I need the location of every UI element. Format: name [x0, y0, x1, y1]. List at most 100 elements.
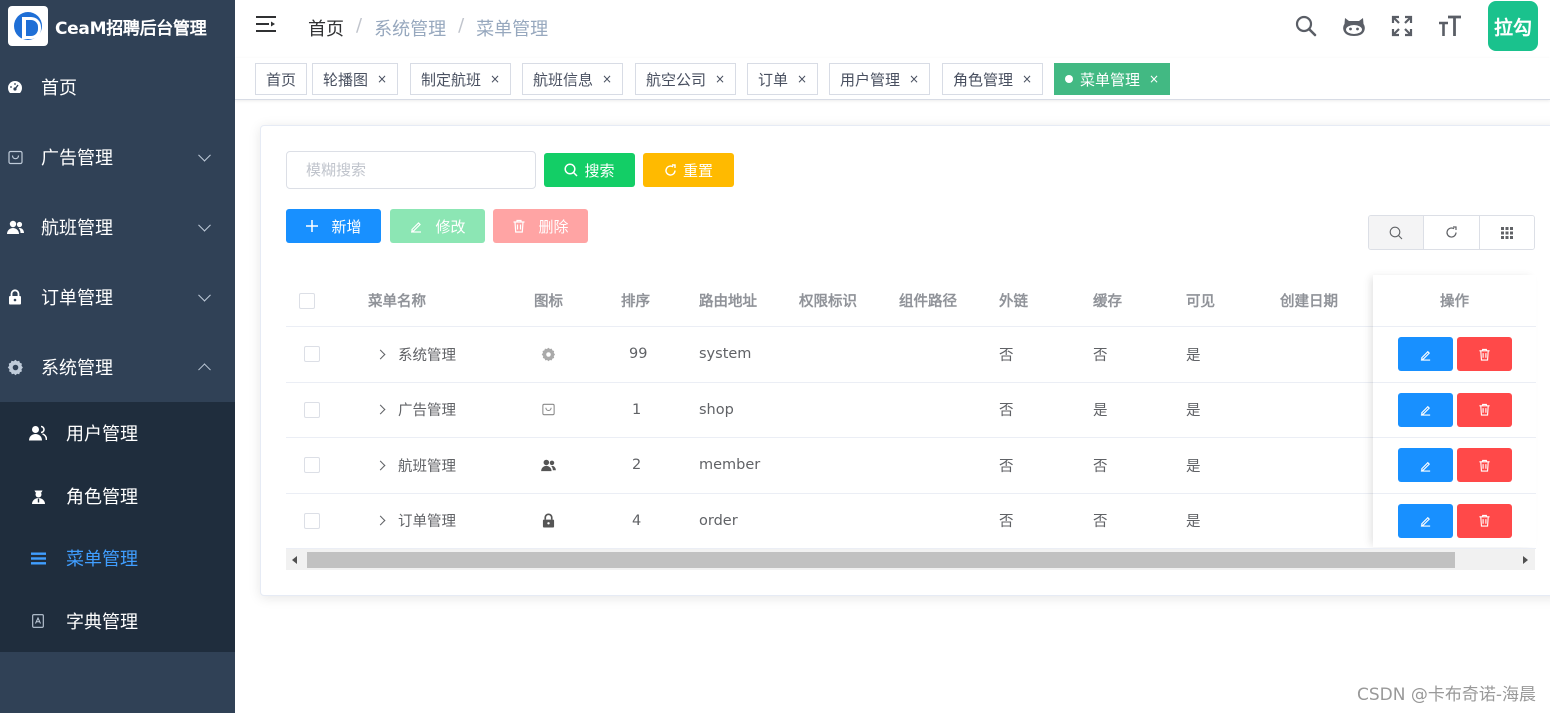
breadcrumb-home[interactable]: 首页	[308, 15, 344, 41]
grid-icon	[1500, 226, 1513, 239]
operation-row	[1373, 327, 1536, 383]
tag-airline[interactable]: 航空公司 ×	[635, 63, 737, 95]
edit-button-label: 修改	[435, 218, 466, 236]
close-icon[interactable]: ×	[490, 72, 500, 86]
font-size-icon[interactable]	[1426, 0, 1474, 52]
sidebar-item-label: 系统管理	[41, 358, 113, 379]
expand-icon[interactable]	[375, 349, 386, 360]
sidebar-item-label: 订单管理	[41, 288, 113, 309]
sidebar-item-roles[interactable]: 角色管理	[0, 465, 235, 528]
toggle-search-button[interactable]	[1369, 216, 1425, 249]
sidebar-item-users[interactable]: 用户管理	[0, 402, 235, 465]
search-icon[interactable]	[1282, 0, 1330, 52]
operation-row	[1373, 383, 1536, 438]
table-row[interactable]: 系统管理 99 system 否 否 是	[286, 327, 1535, 383]
col-permission: 权限标识	[799, 294, 857, 310]
visible-cell: 是	[1186, 514, 1201, 531]
search-button[interactable]: 搜索	[544, 153, 635, 187]
horizontal-scrollbar[interactable]	[286, 548, 1535, 570]
tag-roles[interactable]: 角色管理 ×	[942, 63, 1044, 95]
sidebar-item-label: 用户管理	[66, 424, 138, 446]
refresh-button[interactable]	[1424, 216, 1480, 249]
close-icon[interactable]: ×	[715, 72, 725, 86]
sidebar-item-orders[interactable]: 订单管理	[0, 262, 235, 332]
search-input[interactable]	[286, 151, 536, 189]
sidebar-item-label: 首页	[41, 78, 77, 99]
navbar-actions: 拉勾	[1282, 0, 1550, 52]
chevron-up-icon	[198, 363, 211, 377]
operation-column: 操作	[1373, 275, 1536, 549]
row-edit-button[interactable]	[1397, 337, 1453, 372]
sidebar-item-home[interactable]: 首页	[0, 52, 235, 122]
search-button-label: 搜索	[584, 162, 615, 180]
close-icon[interactable]: ×	[1149, 72, 1159, 86]
row-checkbox[interactable]	[304, 327, 320, 382]
row-delete-button[interactable]	[1456, 503, 1512, 538]
scroll-right-icon[interactable]	[1523, 556, 1528, 564]
table-row[interactable]: 航班管理 2 member 否 否 是	[286, 438, 1535, 494]
tag-home[interactable]: 首页	[255, 63, 308, 95]
tag-users[interactable]: 用户管理 ×	[829, 63, 931, 95]
close-icon[interactable]: ×	[602, 72, 612, 86]
menu-table: 菜单名称 图标 排序 路由地址 权限标识 组件路径 外链 缓存 可见 创建日期 …	[286, 275, 1535, 549]
sidebar-item-ads[interactable]: 广告管理	[0, 122, 235, 192]
menu-name: 航班管理	[398, 458, 456, 475]
row-delete-button[interactable]	[1456, 448, 1512, 483]
expand-icon[interactable]	[375, 404, 386, 415]
close-icon[interactable]: ×	[1022, 72, 1032, 86]
row-delete-button[interactable]	[1456, 337, 1512, 372]
tag-carousel[interactable]: 轮播图 ×	[312, 63, 399, 95]
col-created: 创建日期	[1280, 294, 1338, 310]
github-icon[interactable]	[1330, 0, 1378, 52]
avatar[interactable]: 拉勾	[1488, 1, 1538, 51]
hamburger-icon[interactable]	[256, 15, 276, 33]
table-header: 菜单名称 图标 排序 路由地址 权限标识 组件路径 外链 缓存 可见 创建日期	[286, 275, 1535, 327]
row-checkbox[interactable]	[304, 438, 320, 493]
expand-icon[interactable]	[375, 460, 386, 471]
tag-flight-info[interactable]: 航班信息 ×	[522, 63, 624, 95]
scroll-thumb[interactable]	[307, 552, 1455, 568]
tags-view: 首页 轮播图 × 制定航班 × 航班信息 × 航空公司 × 订单 × 用户管理 × 角色管理…	[235, 58, 1550, 100]
reset-button[interactable]: 重置	[643, 153, 734, 187]
scroll-left-icon[interactable]	[292, 556, 297, 564]
sidebar-item-dict[interactable]: 字典管理	[0, 590, 235, 653]
delete-button[interactable]: 删除	[493, 209, 588, 243]
logo-icon	[8, 6, 48, 46]
col-sort: 排序	[621, 294, 650, 310]
path-cell: order	[699, 512, 738, 529]
tag-menus[interactable]: 菜单管理 ×	[1054, 63, 1171, 95]
sidebar-item-label: 角色管理	[66, 486, 138, 508]
row-edit-button[interactable]	[1397, 448, 1453, 483]
row-checkbox[interactable]	[304, 494, 320, 549]
select-all-checkbox[interactable]	[299, 275, 315, 326]
breadcrumb-system: 系统管理	[374, 19, 447, 40]
tag-flight-plan[interactable]: 制定航班 ×	[410, 63, 512, 95]
sidebar-item-flights[interactable]: 航班管理	[0, 192, 235, 262]
expand-icon[interactable]	[375, 515, 386, 526]
edit-button[interactable]: 修改	[390, 209, 485, 243]
table-tools	[1368, 215, 1535, 250]
close-icon[interactable]: ×	[909, 72, 919, 86]
table-row[interactable]: 订单管理 4 order 否 否 是	[286, 494, 1535, 549]
row-checkbox[interactable]	[304, 383, 320, 438]
col-menu-name: 菜单名称	[368, 294, 426, 310]
tag-label: 轮播图	[323, 70, 369, 89]
role-icon	[29, 487, 47, 505]
sidebar-item-system[interactable]: 系统管理	[0, 332, 235, 402]
close-icon[interactable]: ×	[377, 72, 387, 86]
fullscreen-icon[interactable]	[1378, 0, 1426, 52]
row-edit-button[interactable]	[1397, 392, 1453, 427]
search-icon	[1389, 226, 1403, 239]
edit-icon	[411, 222, 422, 233]
iframe-cell: 否	[999, 514, 1014, 531]
add-button[interactable]: 新增	[286, 209, 381, 243]
table-row[interactable]: 广告管理 1 shop 否 是 是	[286, 383, 1535, 438]
row-edit-button[interactable]	[1397, 503, 1453, 538]
columns-button[interactable]	[1479, 216, 1534, 249]
menu-name: 订单管理	[398, 514, 456, 531]
close-icon[interactable]: ×	[797, 72, 807, 86]
row-delete-button[interactable]	[1456, 392, 1512, 427]
sidebar-item-menus[interactable]: 菜单管理	[0, 527, 235, 590]
tag-orders[interactable]: 订单 ×	[747, 63, 819, 95]
logo[interactable]: CeaM招聘后台管理	[0, 0, 235, 52]
